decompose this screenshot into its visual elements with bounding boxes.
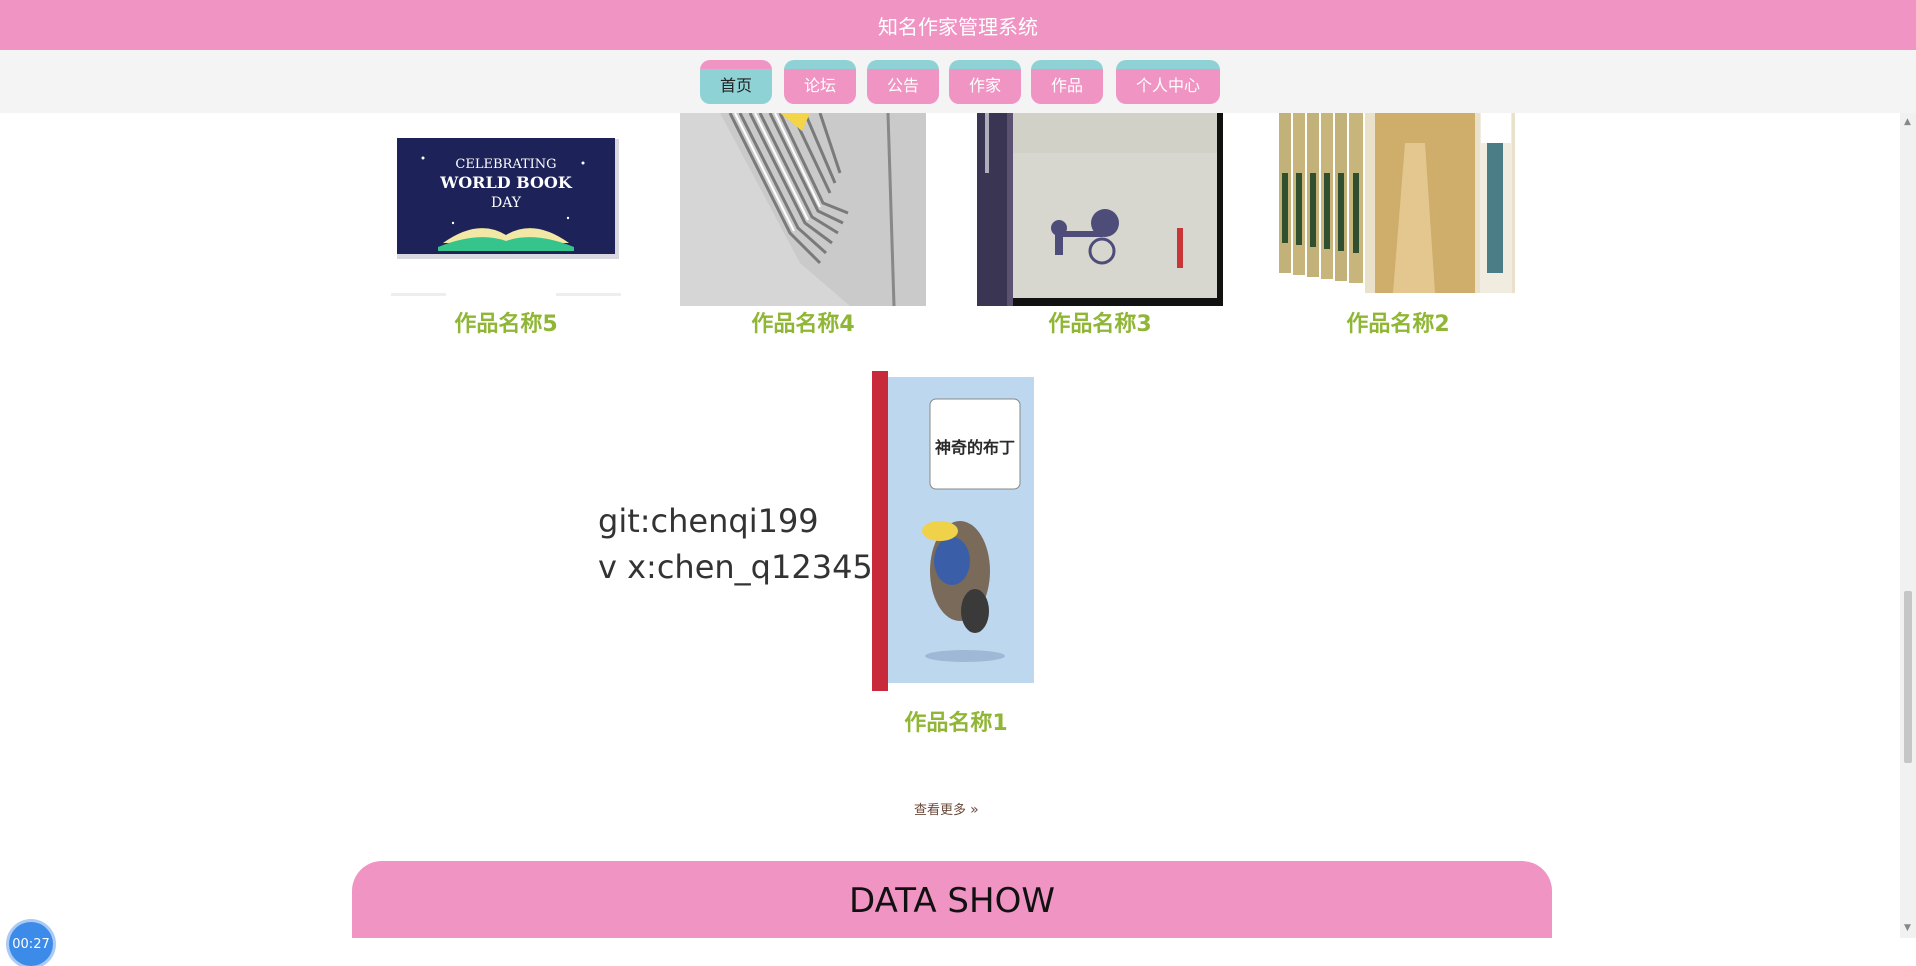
work-cover-4[interactable]	[680, 113, 926, 306]
double-chevron-right-icon: »	[970, 802, 979, 818]
work-title-1[interactable]: 作品名称1	[833, 705, 1079, 737]
nav-profile[interactable]: 个人中心	[1116, 60, 1220, 104]
book-set-cover	[1275, 113, 1521, 306]
nav-forum[interactable]: 论坛	[784, 60, 856, 104]
work-cover-5[interactable]: CELEBRATING WORLD BOOK DAY	[383, 113, 629, 306]
cart-book-cover	[977, 113, 1223, 306]
work-cover-2[interactable]	[1275, 113, 1521, 306]
main-content: CELEBRATING WORLD BOOK DAY 作品名称5 作品名称4 作…	[0, 113, 1900, 938]
work-cover-3[interactable]	[977, 113, 1223, 306]
work-title-4[interactable]: 作品名称4	[680, 306, 926, 338]
watermark-text: git:chenqi199 v x:chen_q123456	[598, 502, 894, 586]
svg-text:DAY: DAY	[491, 195, 522, 211]
app-title-bar: 知名作家管理系统	[0, 0, 1916, 50]
data-show-title: DATA SHOW	[849, 881, 1055, 921]
recording-timer: 00:27	[9, 922, 53, 966]
stacked-books-cover	[680, 113, 926, 306]
scroll-down-icon[interactable]: ▼	[1904, 923, 1911, 933]
work-title-5[interactable]: 作品名称5	[383, 306, 629, 338]
main-nav: 首页 论坛 公告 作家 作品 个人中心	[0, 50, 1916, 113]
view-more-link[interactable]: 查看更多 »	[914, 799, 979, 818]
world-book-day-cover: CELEBRATING WORLD BOOK DAY	[383, 113, 629, 306]
nav-home[interactable]: 首页	[700, 60, 772, 104]
nav-works[interactable]: 作品	[1031, 60, 1103, 104]
scroll-thumb[interactable]	[1904, 591, 1912, 763]
svg-text:CELEBRATING: CELEBRATING	[455, 157, 556, 172]
pudding-book-cover: 神奇的布丁	[870, 371, 1042, 691]
scroll-up-icon[interactable]: ▲	[1904, 117, 1911, 127]
nav-writers[interactable]: 作家	[949, 60, 1021, 104]
app-title: 知名作家管理系统	[878, 14, 1038, 39]
work-cover-1[interactable]: 神奇的布丁	[870, 371, 1042, 691]
svg-text:WORLD BOOK: WORLD BOOK	[439, 173, 573, 192]
svg-text:神奇的布丁: 神奇的布丁	[935, 438, 1015, 457]
page-scrollbar[interactable]: ▲ ▼	[1900, 113, 1916, 938]
data-show-panel: DATA SHOW 公告展示	[352, 861, 1552, 938]
nav-notice[interactable]: 公告	[867, 60, 939, 104]
work-title-2[interactable]: 作品名称2	[1275, 306, 1521, 338]
notice-section-title: 公告展示	[352, 929, 1552, 938]
work-title-3[interactable]: 作品名称3	[977, 306, 1223, 338]
